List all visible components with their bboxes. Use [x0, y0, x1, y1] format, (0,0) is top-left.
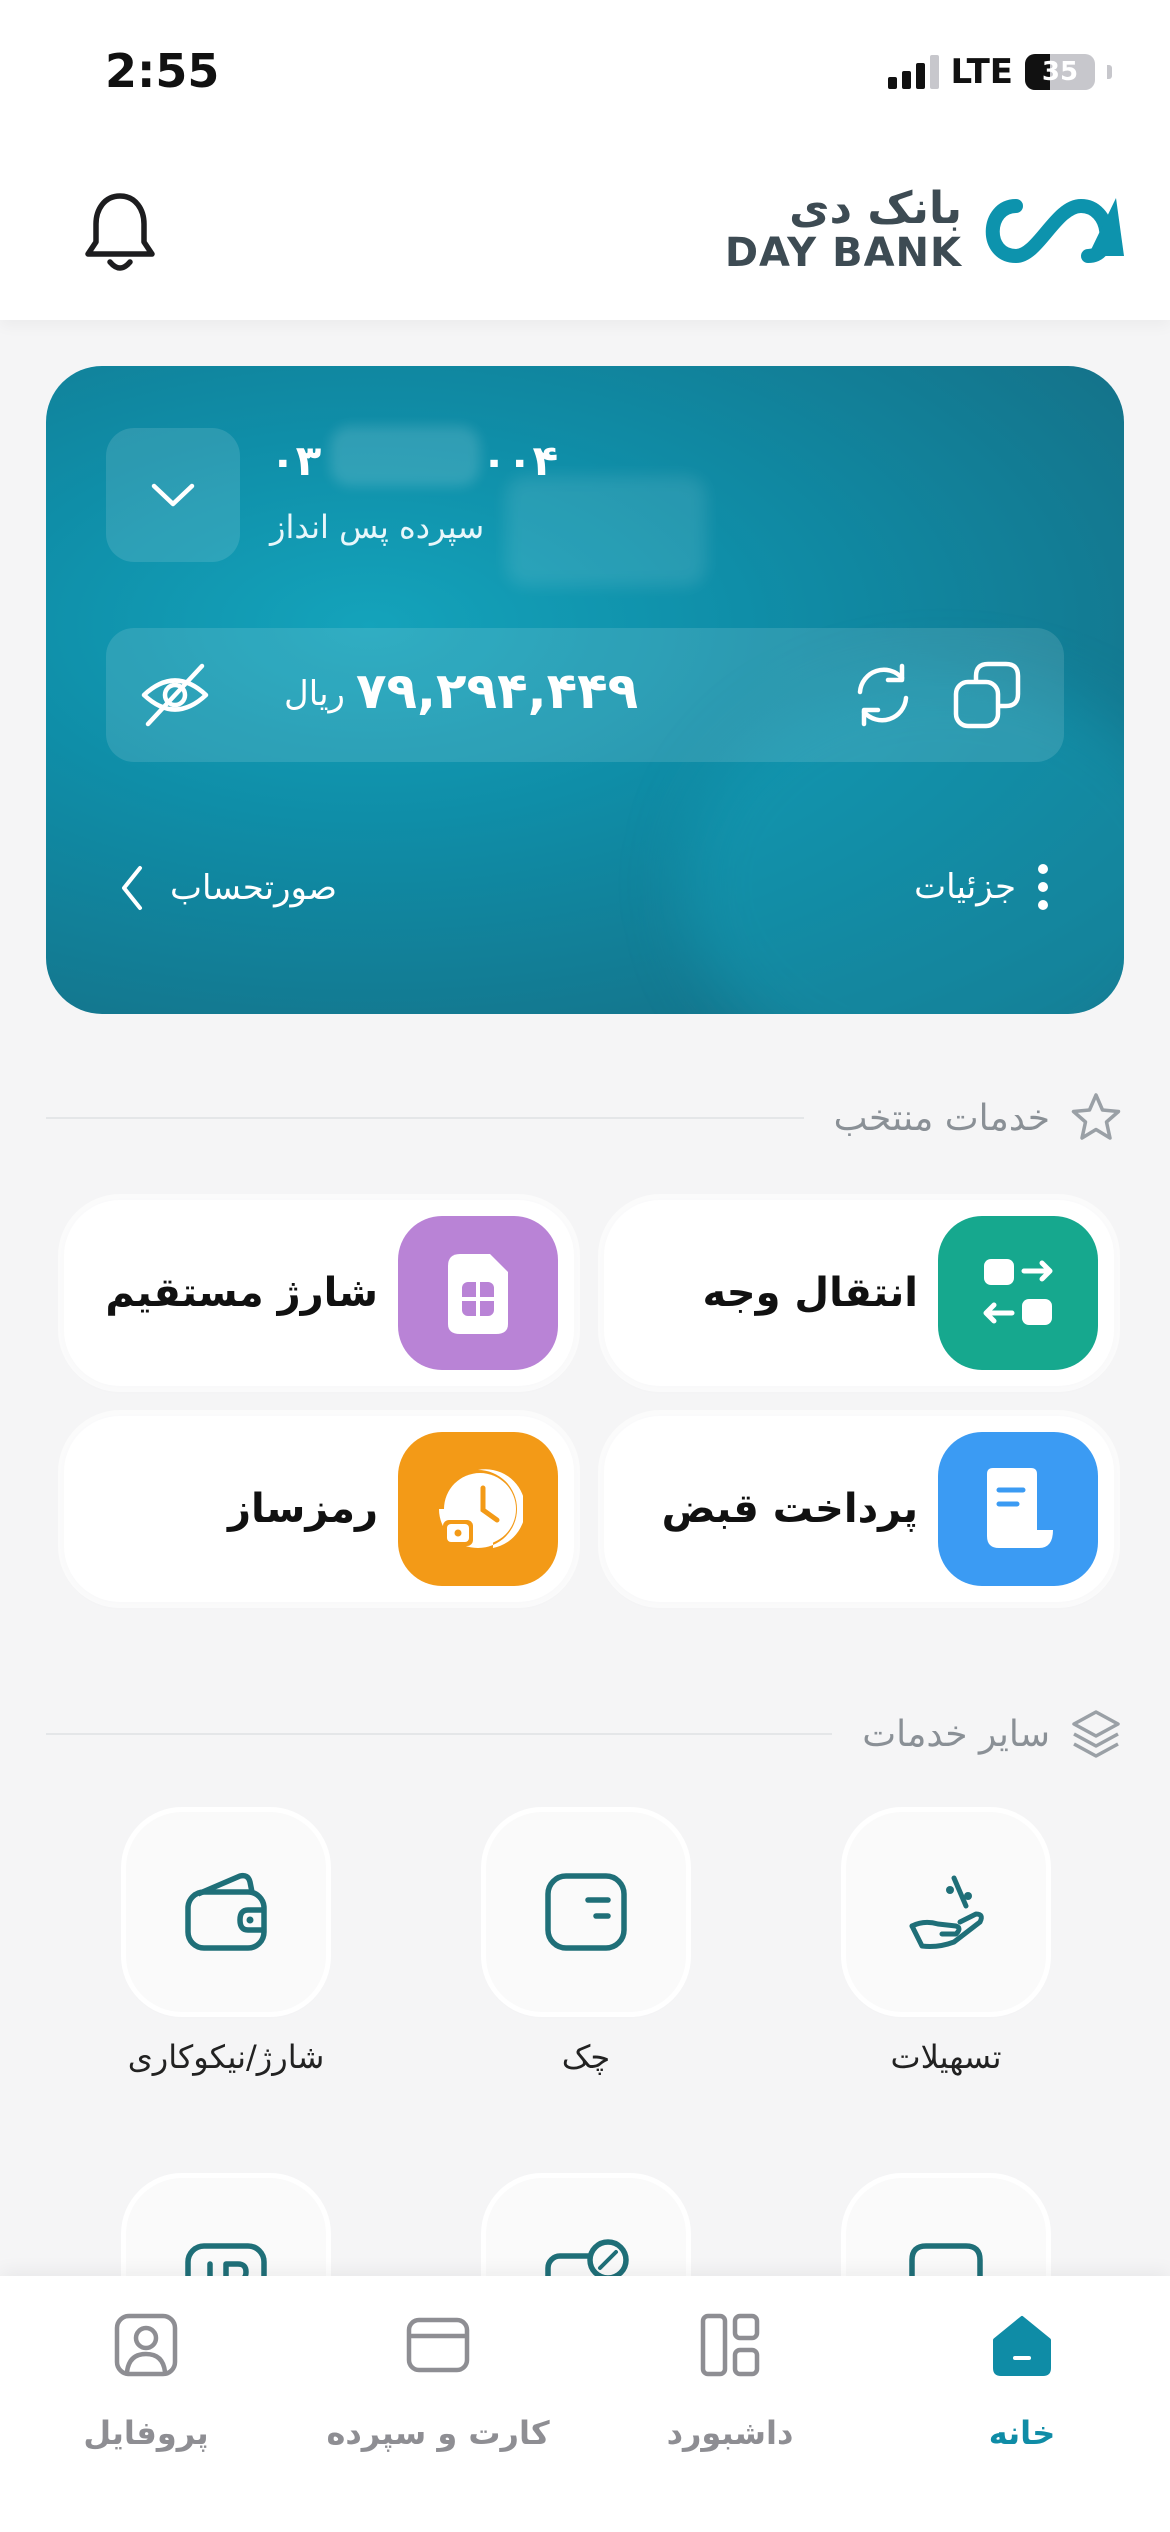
- balance-bar: ریال ۷۹,۲۹۴,۴۴۹: [106, 628, 1064, 762]
- bill-payment-tile[interactable]: پرداخت قبض: [604, 1416, 1114, 1602]
- loans-label: تسهیلات: [890, 2038, 1002, 2076]
- nav-profile-label: پروفایل: [83, 2414, 209, 2452]
- featured-services-title: خدمات منتخب: [833, 1097, 1050, 1139]
- status-time: 2:55: [105, 44, 220, 98]
- chevron-left-icon: [122, 866, 142, 910]
- transfer-icon: [938, 1216, 1098, 1370]
- logo-infinity-icon: [985, 198, 1124, 264]
- currency-label: ریال: [284, 674, 345, 714]
- home-icon: [993, 2316, 1051, 2376]
- otp-clock-lock-icon: [398, 1432, 558, 1586]
- otp-generator-tile[interactable]: رمزساز: [64, 1416, 574, 1602]
- bill-payment-label: پرداخت قبض: [661, 1486, 918, 1532]
- balance-amount: ۷۹,۲۹۴,۴۴۹: [356, 662, 639, 720]
- statement-label: صورتحساب: [170, 868, 337, 908]
- notification-bell-icon[interactable]: [82, 190, 158, 274]
- battery-icon: 35: [1025, 54, 1095, 90]
- dashboard-icon: [700, 2313, 760, 2377]
- profile-icon: [114, 2313, 178, 2377]
- loan-hand-icon: [909, 1875, 984, 1949]
- direct-charge-tile[interactable]: شارژ مستقیم: [64, 1200, 574, 1386]
- cheque-label: چک: [561, 2038, 611, 2076]
- charge-charity-label: شارژ/نیکوکاری: [127, 2038, 325, 2076]
- sim-card-icon: [398, 1216, 558, 1370]
- bottom-navigation: خانه داشبورد کارت و سپرده پروفایل: [0, 2276, 1170, 2532]
- signal-icon: [887, 55, 939, 89]
- charge-charity-service[interactable]: شارژ/نیکوکاری: [101, 1812, 351, 2076]
- bill-icon: [938, 1432, 1098, 1586]
- card-icon: [406, 2317, 470, 2373]
- statement-link[interactable]: صورتحساب: [118, 864, 337, 912]
- home-screen: 2:55 LTE 35 بانک دی DAY BANK ۰۳ ۰۰۴ سپرد…: [0, 0, 1170, 2532]
- nav-dashboard-label: داشبورد: [666, 2414, 794, 2452]
- loans-service[interactable]: تسهیلات: [821, 1812, 1071, 2076]
- nav-dashboard[interactable]: داشبورد: [600, 2310, 860, 2452]
- cheque-service[interactable]: چک: [461, 1812, 711, 2076]
- chevron-down-icon: [151, 483, 195, 507]
- logo-day-text: DAY: [724, 230, 818, 276]
- bank-logo: بانک دی DAY BANK: [725, 186, 1126, 276]
- status-indicators: LTE 35: [887, 52, 1112, 92]
- nav-cards-deposits-label: کارت و سپرده: [326, 2414, 550, 2452]
- nav-profile[interactable]: پروفایل: [16, 2310, 276, 2452]
- top-header: 2:55 LTE 35 بانک دی DAY BANK: [0, 0, 1170, 320]
- details-link[interactable]: جزئیات: [914, 864, 1048, 910]
- layers-icon: [1072, 1710, 1120, 1758]
- account-number-start: ۰۳: [270, 436, 322, 485]
- account-number: ۰۳ ۰۰۴: [270, 426, 558, 486]
- wallet-icon: [185, 1872, 267, 1951]
- account-selector-button[interactable]: [106, 428, 240, 562]
- other-services-header: سایر خدمات: [46, 1704, 1124, 1764]
- featured-services-header: خدمات منتخب: [46, 1088, 1124, 1148]
- account-card: ۰۳ ۰۰۴ سپرده پس انداز ریال ۷۹,۲۹۴,۴۴۹ صو…: [46, 366, 1124, 1014]
- hide-balance-eye-icon[interactable]: [138, 658, 212, 732]
- copy-icon[interactable]: [950, 658, 1024, 732]
- battery-level: 35: [1041, 57, 1079, 87]
- nav-home[interactable]: خانه: [892, 2310, 1152, 2452]
- star-icon: [1071, 1093, 1121, 1140]
- logo-persian-text: بانک دی: [789, 183, 962, 234]
- more-options-icon: [1038, 864, 1048, 910]
- other-services-title: سایر خدمات: [862, 1713, 1050, 1755]
- account-type: سپرده پس انداز: [270, 508, 485, 546]
- transfer-money-label: انتقال وجه: [702, 1270, 918, 1316]
- transfer-money-tile[interactable]: انتقال وجه: [604, 1200, 1114, 1386]
- nav-home-label: خانه: [988, 2414, 1056, 2452]
- logo-bank-text: BANK: [832, 230, 962, 276]
- nav-cards-deposits[interactable]: کارت و سپرده: [308, 2310, 568, 2452]
- network-label: LTE: [950, 52, 1013, 92]
- otp-generator-label: رمزساز: [227, 1486, 378, 1532]
- details-label: جزئیات: [914, 867, 1016, 907]
- refresh-icon[interactable]: [848, 660, 918, 730]
- cheque-icon: [545, 1873, 627, 1951]
- direct-charge-label: شارژ مستقیم: [105, 1270, 378, 1316]
